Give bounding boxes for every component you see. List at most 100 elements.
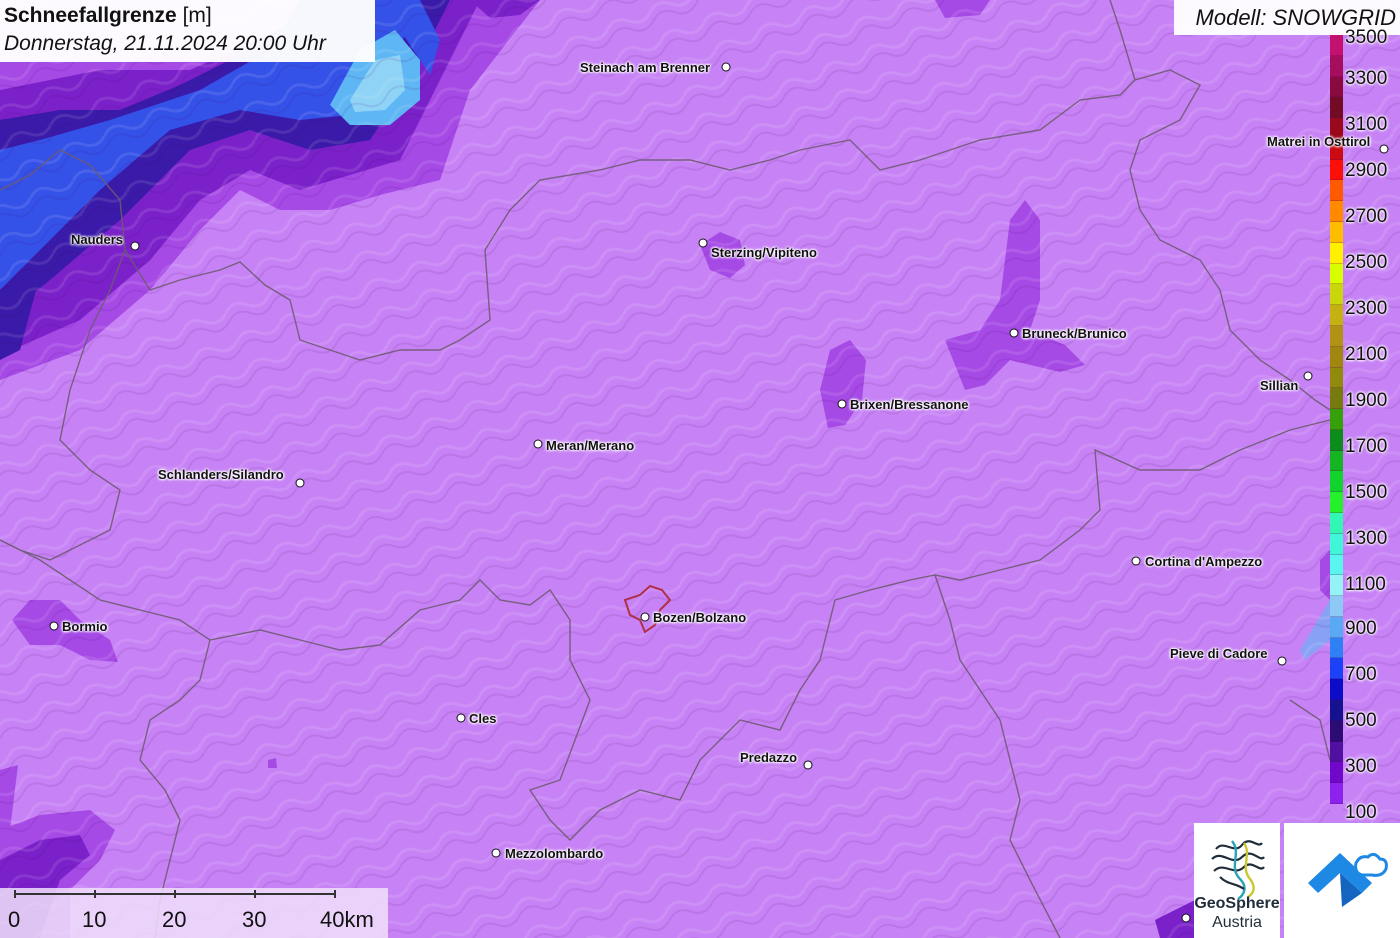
scale-label: 10 <box>82 907 107 932</box>
legend-swatch <box>1330 55 1343 77</box>
city-label[interactable]: Nauders <box>71 232 123 247</box>
city-dot <box>1131 556 1141 566</box>
city-dot <box>295 478 305 488</box>
city-label[interactable]: Sillian <box>1260 378 1298 393</box>
legend-label: 2700 <box>1345 206 1388 227</box>
city-dot <box>1277 656 1287 666</box>
scale-tick <box>334 890 336 898</box>
legend-label: 2900 <box>1345 160 1388 181</box>
legend-swatch <box>1330 263 1343 285</box>
legend-swatch <box>1330 76 1343 98</box>
legend-swatch <box>1330 97 1343 119</box>
city-label[interactable]: Sterzing/Vipiteno <box>711 245 817 260</box>
city-dot <box>533 439 543 449</box>
city-dot <box>1303 371 1313 381</box>
legend-swatch <box>1330 533 1343 555</box>
city-dot <box>456 713 466 723</box>
legend-swatch <box>1330 471 1343 493</box>
city-dot <box>803 760 813 770</box>
city-label[interactable]: Matrei in Osttirol <box>1267 134 1370 149</box>
legend-swatch <box>1330 575 1343 597</box>
legend-label: 1700 <box>1345 436 1388 457</box>
map-datetime: Donnerstag, 21.11.2024 20:00 Uhr <box>4 32 326 55</box>
legend-swatch <box>1330 700 1343 721</box>
legend-swatch <box>1330 305 1343 326</box>
brand-logo[interactable] <box>1284 823 1400 938</box>
geosphere-logo[interactable]: GeoSphere Austria <box>1194 823 1280 938</box>
legend-swatch <box>1330 284 1343 306</box>
legend-swatch <box>1330 741 1343 763</box>
scale-label: 20 <box>162 907 187 932</box>
city-label[interactable]: Schlanders/Silandro <box>158 467 284 482</box>
city-label[interactable]: Meran/Merano <box>546 438 634 453</box>
legend-swatch <box>1330 762 1343 784</box>
legend-swatch <box>1330 325 1343 347</box>
scale-label: 0 <box>8 907 21 932</box>
color-legend: 3500 3300 3100 2900 2700 2500 2300 2100 1900 1700… <box>1330 27 1400 825</box>
legend-swatch <box>1330 180 1343 202</box>
legend-swatch <box>1330 201 1343 223</box>
city-dot <box>721 62 731 72</box>
city-label[interactable]: Brixen/Bressanone <box>850 397 969 412</box>
legend-swatch <box>1330 388 1343 410</box>
legend-swatch <box>1330 409 1343 430</box>
city-dot <box>698 238 708 248</box>
legend-label: 3500 <box>1345 27 1388 48</box>
legend-swatch <box>1330 242 1343 264</box>
legend-label: 1500 <box>1345 482 1388 503</box>
legend-swatch <box>1330 450 1343 472</box>
colorbar-icon <box>1330 35 1343 825</box>
legend-swatch <box>1330 554 1343 576</box>
city-dot <box>1181 913 1191 923</box>
legend-swatch <box>1330 492 1343 513</box>
legend-swatch <box>1330 346 1343 368</box>
city-label[interactable]: Pieve di Cadore <box>1170 646 1268 661</box>
legend-label: 1900 <box>1345 390 1388 411</box>
city-label[interactable]: Bozen/Bolzano <box>653 610 746 625</box>
scale-tick <box>94 890 96 898</box>
city-dot <box>1379 144 1389 154</box>
legend-swatch <box>1330 596 1343 617</box>
city-label[interactable]: Steinach am Brenner <box>580 60 710 75</box>
legend-label: 700 <box>1345 664 1377 685</box>
legend-swatch <box>1330 367 1343 389</box>
title-unit: [m] <box>182 4 212 27</box>
legend-swatch <box>1330 616 1343 638</box>
legend-swatch <box>1330 429 1343 451</box>
legend-swatch <box>1330 512 1343 534</box>
city-label[interactable]: Mezzolombardo <box>505 846 603 861</box>
legend-label: 1100 <box>1345 574 1386 595</box>
city-label[interactable]: Cles <box>469 711 496 726</box>
city-label[interactable]: Bruneck/Brunico <box>1022 326 1127 341</box>
map-title: Schneefallgrenze [m] <box>4 4 212 27</box>
legend-swatch <box>1330 35 1343 56</box>
legend-label: 2500 <box>1345 252 1388 273</box>
upload-arrow-logo-icon <box>1308 852 1388 907</box>
scale-tick <box>174 890 176 898</box>
map-title-panel: Schneefallgrenze [m] Donnerstag, 21.11.2… <box>0 0 375 62</box>
legend-label: 900 <box>1345 618 1377 639</box>
legend-label: 3300 <box>1345 68 1388 89</box>
scale-label: 40km <box>320 907 374 932</box>
city-dot <box>837 399 847 409</box>
legend-label: 500 <box>1345 710 1377 731</box>
city-dot <box>491 848 501 858</box>
geosphere-country: Austria <box>1212 914 1262 931</box>
legend-label: 3100 <box>1345 114 1388 135</box>
legend-swatch <box>1330 159 1343 181</box>
legend-swatch <box>1330 637 1343 659</box>
scale-label: 30 <box>242 907 267 932</box>
city-label[interactable]: Cortina d'Ampezzo <box>1145 554 1262 569</box>
city-label[interactable]: Bormio <box>62 619 108 634</box>
legend-label: 1300 <box>1345 528 1388 549</box>
legend-swatch <box>1330 679 1343 700</box>
scale-tick <box>254 890 256 898</box>
geosphere-name: GeoSphere <box>1194 895 1280 912</box>
legend-swatch <box>1330 222 1343 243</box>
legend-swatch <box>1330 720 1343 742</box>
legend-label: 100 <box>1345 802 1377 823</box>
legend-swatch <box>1330 658 1343 680</box>
legend-swatch <box>1330 803 1343 825</box>
city-label[interactable]: Predazzo <box>740 750 797 765</box>
legend-label: 2100 <box>1345 344 1388 365</box>
